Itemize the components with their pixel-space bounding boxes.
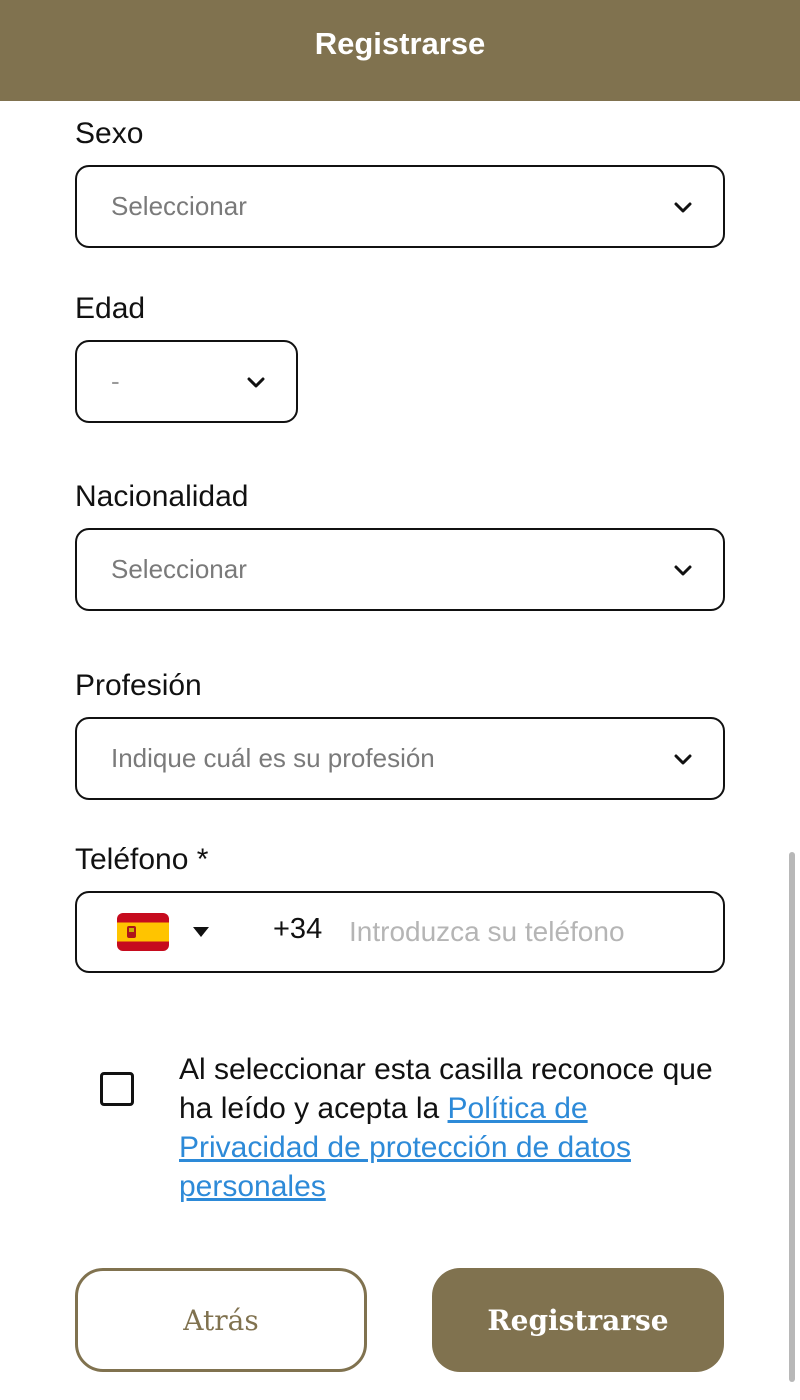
dial-code: +34	[273, 913, 323, 945]
profesion-label: Profesión	[75, 669, 202, 702]
phone-input[interactable]	[349, 907, 709, 957]
nacionalidad-label: Nacionalidad	[75, 480, 249, 513]
nacionalidad-select[interactable]: Seleccionar	[75, 528, 725, 611]
consent-checkbox[interactable]	[100, 1072, 134, 1106]
edad-label: Edad	[75, 292, 146, 325]
sexo-select-value: Seleccionar	[111, 191, 247, 221]
caret-down-icon[interactable]	[191, 926, 211, 938]
chevron-down-icon	[247, 377, 265, 388]
chevron-down-icon	[674, 754, 692, 765]
profesion-select-value: Indique cuál es su profesión	[111, 743, 435, 773]
chevron-down-icon	[674, 202, 692, 213]
consent-label: Al seleccionar esta casilla reconoce que…	[179, 1053, 713, 1125]
profesion-select[interactable]: Indique cuál es su profesión	[75, 717, 725, 800]
spain-flag-icon[interactable]	[117, 913, 169, 951]
consent-text: Al seleccionar esta casilla reconoce que…	[179, 1050, 719, 1206]
chevron-down-icon	[674, 565, 692, 576]
scrollbar[interactable]	[789, 852, 795, 1382]
sexo-label: Sexo	[75, 117, 144, 150]
telefono-label: Teléfono *	[75, 843, 209, 876]
app-header: Registrarse	[0, 0, 800, 101]
phone-field: +34	[75, 891, 725, 973]
nacionalidad-select-value: Seleccionar	[111, 554, 247, 584]
edad-select[interactable]: -	[75, 340, 298, 423]
page-title: Registrarse	[314, 25, 486, 61]
register-button[interactable]: Registrarse	[432, 1268, 724, 1372]
back-button[interactable]: Atrás	[75, 1268, 367, 1372]
sexo-select[interactable]: Seleccionar	[75, 165, 725, 248]
edad-select-value: -	[111, 366, 120, 396]
